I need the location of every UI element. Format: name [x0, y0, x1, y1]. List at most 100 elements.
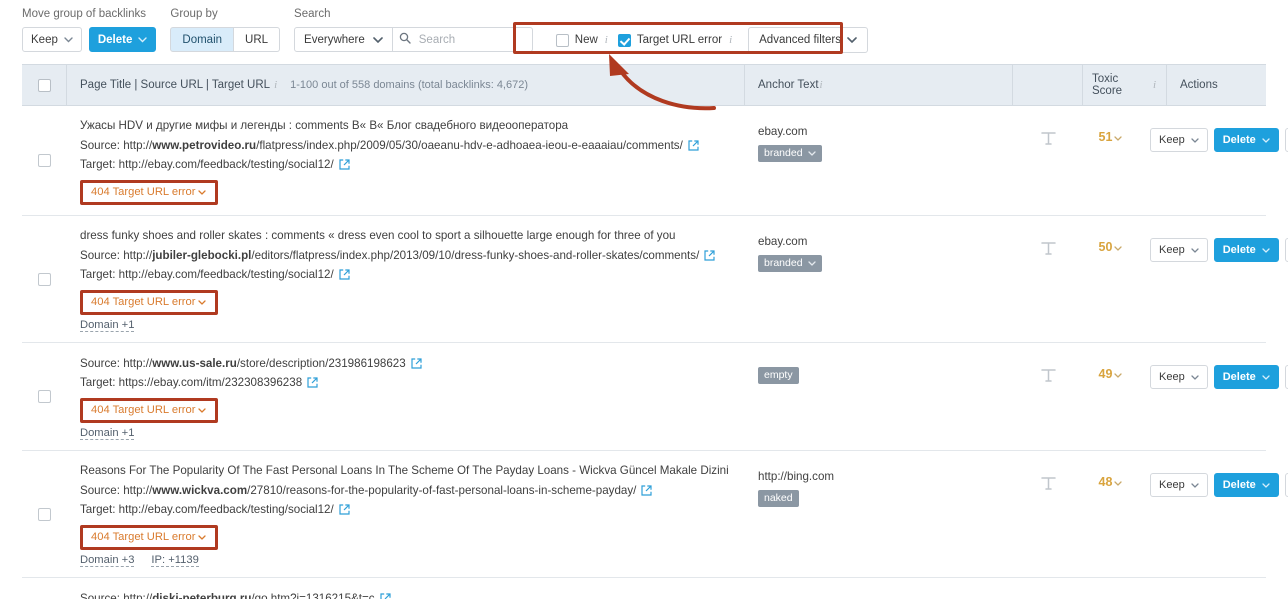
keep-group-label: Keep	[31, 34, 58, 46]
table-row: Source: http://www.us-sale.ru/store/desc…	[22, 343, 1266, 451]
target-url: http://ebay.com/feedback/testing/social1…	[119, 268, 334, 281]
filter-target-url-error[interactable]: Target URL error i	[618, 34, 732, 47]
search-group: Search Everywhere	[294, 8, 533, 52]
chevron-down-icon	[198, 297, 206, 307]
table-row: dress funky shoes and roller skates : co…	[22, 216, 1266, 343]
target-url-error-badge-highlighted[interactable]: 404 Target URL error	[80, 180, 218, 205]
row-anchor-icon-cell	[1013, 106, 1083, 215]
info-icon[interactable]: i	[274, 79, 277, 91]
row-select-cell	[22, 451, 67, 577]
info-icon[interactable]: i	[729, 34, 732, 46]
keep-button[interactable]: Keep	[1150, 238, 1208, 262]
sub-link[interactable]: IP: +1139	[151, 554, 198, 567]
external-link-icon[interactable]	[339, 158, 350, 175]
table-row: Reasons For The Popularity Of The Fast P…	[22, 451, 1266, 578]
move-group-of-backlinks-group: Move group of backlinks Keep Delete	[22, 8, 156, 52]
search-scope-value: Everywhere	[304, 34, 365, 46]
anchor-type-tag[interactable]: naked	[758, 490, 799, 507]
row-checkbox[interactable]	[38, 273, 51, 286]
target-url-error-label: 404 Target URL error	[91, 296, 195, 308]
delete-button[interactable]: Delete	[1214, 128, 1279, 152]
chevron-down-icon	[1191, 479, 1199, 491]
anchor-type-tag-label: empty	[764, 369, 793, 381]
backlink-audit-page: Move group of backlinks Keep Delete Grou…	[0, 0, 1288, 599]
toxic-score[interactable]: 50	[1099, 240, 1123, 254]
keep-button-label: Keep	[1159, 371, 1185, 383]
target-url-error-checkbox[interactable]	[618, 34, 631, 47]
chevron-down-icon	[1262, 244, 1270, 256]
target-url-error-badge-highlighted[interactable]: 404 Target URL error	[80, 290, 218, 315]
chevron-down-icon	[373, 34, 383, 46]
target-url-error-label: 404 Target URL error	[91, 186, 195, 198]
delete-group-button[interactable]: Delete	[89, 27, 157, 52]
header-actions-label: Actions	[1180, 79, 1218, 91]
text-format-icon	[1040, 367, 1057, 389]
row-select-cell	[22, 578, 67, 599]
row-checkbox[interactable]	[38, 390, 51, 403]
anchor-type-tag[interactable]: empty	[758, 367, 799, 384]
external-link-icon[interactable]	[641, 484, 652, 501]
source-path: /flatpress/index.php/2009/05/30/oaeanu-h…	[256, 139, 683, 152]
new-checkbox[interactable]	[556, 34, 569, 47]
header-anchor-label: Anchor Text	[758, 79, 819, 91]
filter-new-label: New	[575, 34, 598, 46]
info-icon[interactable]: i	[1153, 79, 1156, 91]
select-all-checkbox[interactable]	[38, 79, 51, 92]
anchor-type-tag[interactable]: branded	[758, 255, 822, 272]
target-prefix: Target:	[80, 376, 119, 389]
row-actions-cell: KeepDelete	[1138, 451, 1288, 577]
search-input[interactable]	[417, 33, 526, 47]
external-link-icon[interactable]	[339, 503, 350, 520]
source-path: /27810/reasons-for-the-popularity-of-fas…	[247, 484, 636, 497]
group-by-group: Group by Domain URL	[170, 8, 280, 52]
row-checkbox[interactable]	[38, 508, 51, 521]
target-url-error-badge-highlighted[interactable]: 404 Target URL error	[80, 525, 218, 550]
row-actions-cell: KeepDelete	[1138, 216, 1288, 342]
delete-button[interactable]: Delete	[1214, 473, 1279, 497]
external-link-icon[interactable]	[307, 376, 318, 393]
header-main: Page Title | Source URL | Target URL i 1…	[67, 64, 745, 106]
info-icon[interactable]: i	[820, 79, 823, 91]
external-link-icon[interactable]	[380, 592, 391, 599]
group-by-domain-button[interactable]: Domain	[170, 27, 234, 52]
external-link-icon[interactable]	[704, 249, 715, 266]
group-by-label: Group by	[170, 8, 280, 21]
delete-button[interactable]: Delete	[1214, 365, 1279, 389]
keep-group-button[interactable]: Keep	[22, 27, 82, 52]
search-scope-select[interactable]: Everywhere	[294, 27, 393, 52]
keep-button[interactable]: Keep	[1150, 365, 1208, 389]
delete-button[interactable]: Delete	[1214, 238, 1279, 262]
external-link-icon[interactable]	[411, 357, 422, 374]
chevron-down-icon	[1114, 243, 1122, 253]
keep-button[interactable]: Keep	[1150, 473, 1208, 497]
header-toxic-line2: Score	[1092, 85, 1122, 97]
advanced-filters-button[interactable]: Advanced filters	[748, 27, 868, 53]
sub-link[interactable]: Domain +3	[80, 554, 134, 567]
target-url-error-badge-highlighted[interactable]: 404 Target URL error	[80, 398, 218, 423]
anchor-type-tag[interactable]: branded	[758, 145, 822, 162]
keep-button[interactable]: Keep	[1150, 128, 1208, 152]
chevron-down-icon	[1191, 134, 1199, 146]
chevron-down-icon	[64, 37, 73, 43]
header-toxic-line1: Toxic	[1092, 73, 1118, 85]
toxic-score[interactable]: 49	[1099, 367, 1123, 381]
external-link-icon[interactable]	[339, 268, 350, 285]
target-url: http://ebay.com/feedback/testing/social1…	[119, 503, 334, 516]
anchor-type-tag-label: branded	[764, 147, 803, 159]
filter-new[interactable]: New i	[556, 34, 608, 47]
source-path: /store/description/231986198623	[237, 357, 406, 370]
group-by-url-button[interactable]: URL	[234, 27, 280, 52]
chevron-down-icon	[1114, 133, 1122, 143]
toxic-score[interactable]: 51	[1099, 130, 1123, 144]
source-path: /editors/flatpress/index.php/2013/09/10/…	[251, 249, 699, 262]
external-link-icon[interactable]	[688, 139, 699, 156]
toxic-score-value: 48	[1099, 475, 1113, 489]
info-icon[interactable]: i	[605, 34, 608, 46]
header-actions: Actions	[1166, 64, 1266, 106]
row-checkbox[interactable]	[38, 154, 51, 167]
sub-link[interactable]: Domain +1	[80, 427, 134, 440]
source-prefix: Source:	[80, 139, 123, 152]
sub-link[interactable]: Domain +1	[80, 319, 134, 332]
toxic-score[interactable]: 48	[1099, 475, 1123, 489]
row-urls-cell: Source: http://diski-peterburg.ru/go.htm…	[67, 578, 745, 599]
